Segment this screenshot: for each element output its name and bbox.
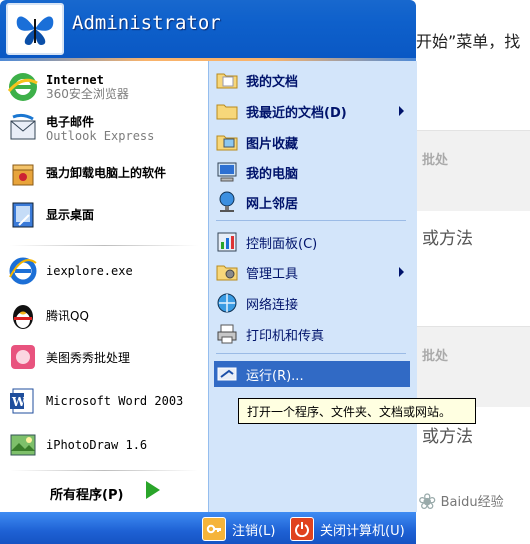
separator [10, 245, 198, 246]
program-show-desktop[interactable]: 显示桌面 [6, 198, 204, 232]
separator [216, 353, 406, 354]
folder-pictures-icon [214, 129, 240, 155]
program-email[interactable]: 电子邮件 Outlook Express [6, 112, 204, 146]
butterfly-icon [16, 16, 54, 45]
printer-icon [214, 321, 240, 347]
internet-explorer-icon [6, 254, 40, 288]
place-my-pictures[interactable]: 图片收藏 [214, 129, 410, 155]
svg-text:W: W [11, 395, 26, 409]
admin-tools-icon [214, 259, 240, 285]
green-arrow-icon [141, 479, 163, 501]
folder-recent-icon [214, 98, 240, 124]
place-network-connections[interactable]: 网络连接 [214, 290, 410, 316]
network-connections-icon [214, 290, 240, 316]
program-internet[interactable]: Internet 360安全浏览器 [6, 70, 204, 104]
user-avatar[interactable] [6, 3, 64, 55]
separator [216, 220, 406, 221]
network-icon [214, 189, 240, 215]
user-name: Administrator [72, 12, 221, 34]
submenu-arrow-icon [399, 106, 404, 116]
program-iexplore[interactable]: iexplore.exe [6, 254, 204, 288]
place-recent-documents[interactable]: 我最近的文档(D) [214, 98, 410, 124]
meitu-icon [6, 340, 40, 374]
program-meitu[interactable]: 美图秀秀批处理 [6, 340, 204, 374]
outlook-express-icon [6, 112, 40, 146]
article-heading: 或方法 [416, 214, 530, 249]
start-menu: Administrator Internet 360安全浏览器 电子邮件 Outlo… [0, 0, 476, 544]
computer-icon [214, 159, 240, 185]
uninstaller-icon [6, 156, 40, 190]
shutdown-button[interactable]: 关闭计算机(U) [290, 517, 405, 541]
baidu-watermark: ❀ Baidu经验 [418, 490, 504, 515]
place-run[interactable]: 运行(R)... [214, 361, 410, 387]
article-card: 批处 [416, 130, 530, 211]
power-icon [290, 517, 314, 541]
program-qq[interactable]: 腾讯QQ [6, 298, 204, 332]
browser-360-icon [6, 70, 40, 104]
qq-penguin-icon [6, 298, 40, 332]
all-programs-button[interactable]: 所有程序(P) [6, 470, 204, 510]
start-menu-header: Administrator [0, 0, 416, 58]
run-icon [214, 361, 240, 387]
program-iphotodraw[interactable]: iPhotoDraw 1.6 [6, 428, 204, 462]
iphotodraw-icon [6, 428, 40, 462]
place-my-computer[interactable]: 我的电脑 [214, 159, 410, 185]
logoff-button[interactable]: 注销(L) [202, 517, 275, 541]
program-word[interactable]: W Microsoft Word 2003 [6, 384, 204, 418]
key-icon [202, 517, 226, 541]
control-panel-icon [214, 229, 240, 255]
place-my-documents[interactable]: 我的文档 [214, 67, 410, 93]
run-tooltip: 打开一个程序、文件夹、文档或网站。 [238, 398, 476, 424]
place-admin-tools[interactable]: 管理工具 [214, 259, 410, 285]
place-network[interactable]: 网上邻居 [214, 189, 410, 215]
program-uninstall[interactable]: 强力卸载电脑上的软件 [6, 156, 204, 190]
folder-documents-icon [214, 67, 240, 93]
place-control-panel[interactable]: 控制面板(C) [214, 229, 410, 255]
article-text: 开始”菜单，找 [416, 32, 521, 51]
word-icon: W [6, 384, 40, 418]
article-card: 批处 [416, 326, 530, 407]
submenu-arrow-icon [399, 267, 404, 277]
place-printers[interactable]: 打印机和传真 [214, 321, 410, 347]
show-desktop-icon [6, 198, 40, 232]
